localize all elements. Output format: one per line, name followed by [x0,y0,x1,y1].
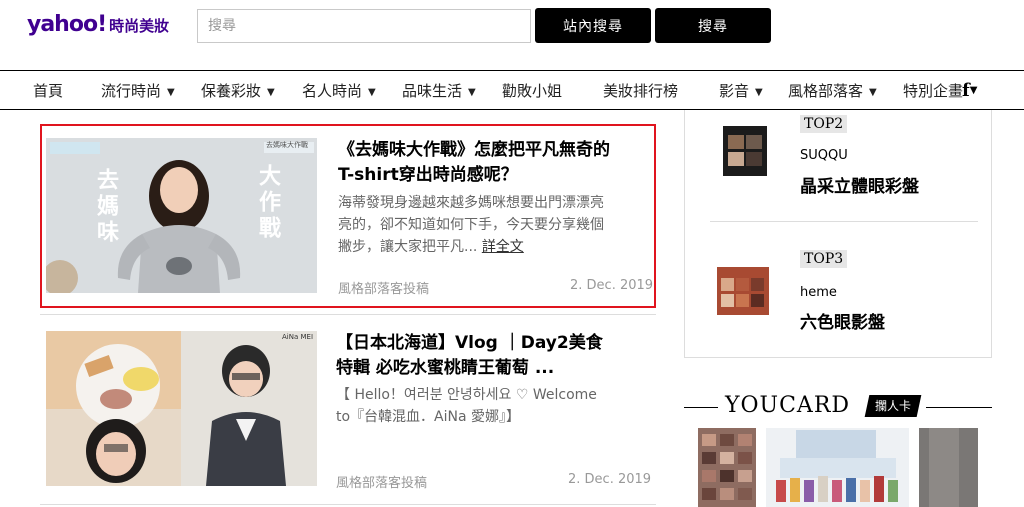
product-name[interactable]: 晶采立體眼彩盤 [800,172,919,197]
chevron-down-icon: ▼ [468,87,476,98]
divider [926,407,992,408]
nav-item-lifestyle[interactable]: 品味生活 ▼ [402,71,476,109]
nav-label: 勸敗小姐 [502,82,563,100]
article-date: 2. Dec. 2019 [570,278,654,293]
nav-item-home[interactable]: 首頁 [33,71,63,109]
nav-item-bloggers[interactable]: 風格部落客 ▼ [788,71,877,109]
thumbnail-tag: 去媽味大作戰 [266,141,308,149]
yahoo-logo[interactable]: yahoo! 時尚美妝 [27,12,169,37]
chevron-down-icon: ▼ [969,85,978,96]
facebook-icon: f [962,80,970,101]
read-more-link[interactable]: 詳全文 [482,239,524,255]
nav-item-beauty[interactable]: 保養彩妝 ▼ [201,71,275,109]
thumbnail-caption-left: 去媽味 [93,168,118,246]
article-source: 風格部落客投稿 [338,282,430,297]
divider [710,221,978,222]
article-title[interactable]: 【日本北海道】Vlog ｜Day2美食特輯 必吃水蜜桃睛王葡萄 ... [336,331,612,381]
nav-label: 影音 [719,82,750,100]
product-name[interactable]: 六色眼影盤 [800,308,885,333]
nav-label: 美妝排行榜 [603,82,679,100]
main-nav: 首頁 流行時尚 ▼ 保養彩妝 ▼ 名人時尚 ▼ 品味生活 ▼ 勸敗小姐 美妝排行榜 影音… [0,70,1024,110]
youcard-image-photo [766,428,909,507]
logo-section-name: 時尚美妝 [109,17,170,35]
nav-item-celebrity[interactable]: 名人時尚 ▼ [302,71,376,109]
product-brand: SUQQU [800,148,848,163]
nav-label: 風格部落客 [788,82,864,100]
chevron-down-icon: ▼ [267,87,275,98]
nav-item-ranking[interactable]: 美妝排行榜 [603,71,678,109]
youcard-tag: 攔人卡 [864,395,922,417]
youcard-image-photo [698,428,756,507]
youcard-image[interactable] [698,428,756,507]
nav-label: 品味生活 [402,82,463,100]
article-thumbnail-photo [46,331,317,486]
nav-label: 保養彩妝 [201,82,262,100]
facebook-menu[interactable]: f▼ [962,71,977,109]
product-brand: heme [800,285,837,300]
chevron-down-icon: ▼ [167,87,175,98]
chevron-down-icon: ▼ [368,87,376,98]
nav-item-shopping[interactable]: 勸敗小姐 [502,71,562,109]
product-image-eyeshadow-palette [717,267,769,315]
search-input[interactable] [197,9,531,43]
article-title[interactable]: 《去媽味大作戰》怎麼把平凡無奇的T-shirt穿出時尚感呢？ [338,138,618,188]
article-thumbnail[interactable]: 去媽味 大作戰 去媽味大作戰 [46,138,317,293]
article-date: 2. Dec. 2019 [568,472,652,487]
article-summary: 【 Hello！여러분 안녕하세요 ♡ Welcome to『台韓混血．AiNa… [336,387,597,425]
nav-label: 流行時尚 [101,82,162,100]
youcard-image[interactable] [766,428,909,507]
nav-item-fashion[interactable]: 流行時尚 ▼ [101,71,175,109]
chevron-down-icon: ▼ [755,87,763,98]
site-search-button[interactable]: 站內搜尋 [535,8,651,43]
divider [40,314,656,315]
article-summary: 海蒂發現身邊越來越多媽咪想要出門漂漂亮亮的，卻不知道如何下手，今天要分享幾個撇步… [338,192,608,258]
logo-wordmark: yahoo! [27,12,107,37]
nav-item-video[interactable]: 影音 ▼ [719,71,763,109]
nav-label: 首頁 [33,82,64,100]
chevron-down-icon: ▼ [869,87,877,98]
article-thumbnail[interactable]: AiNa MEI [46,331,317,486]
nav-label: 名人時尚 [302,82,363,100]
rank-badge: TOP2 [800,115,848,133]
article-card-highlighted[interactable]: 去媽味 大作戰 去媽味大作戰 《去媽味大作戰》怎麼把平凡無奇的T-shirt穿出… [40,124,656,308]
youcard-header: YOUCARD 攔人卡 [684,390,992,430]
article-source: 風格部落客投稿 [336,476,428,491]
thumbnail-tag: AiNa MEI [282,333,314,341]
article-summary-text: 海蒂發現身邊越來越多媽咪想要出門漂漂亮亮的，卻不知道如何下手，今天要分享幾個撇步… [338,195,604,255]
divider [40,504,656,505]
youcard-image-photo [919,428,978,507]
thumbnail-caption-right: 大作戰 [255,164,280,242]
youcard-title: YOUCARD [725,393,851,418]
youcard-image[interactable] [919,428,978,507]
nav-label: 特別企畫 [903,82,964,100]
youcard-tag-label: 攔人卡 [874,399,911,413]
rank-badge: TOP3 [800,250,848,268]
divider [684,407,718,408]
product-image-eyeshadow-palette [723,126,767,176]
article-card[interactable]: AiNa MEI 【日本北海道】Vlog ｜Day2美食特輯 必吃水蜜桃睛王葡萄… [40,320,656,498]
web-search-button[interactable]: 搜尋 [655,8,771,43]
nav-item-special[interactable]: 特別企畫 [903,71,963,109]
